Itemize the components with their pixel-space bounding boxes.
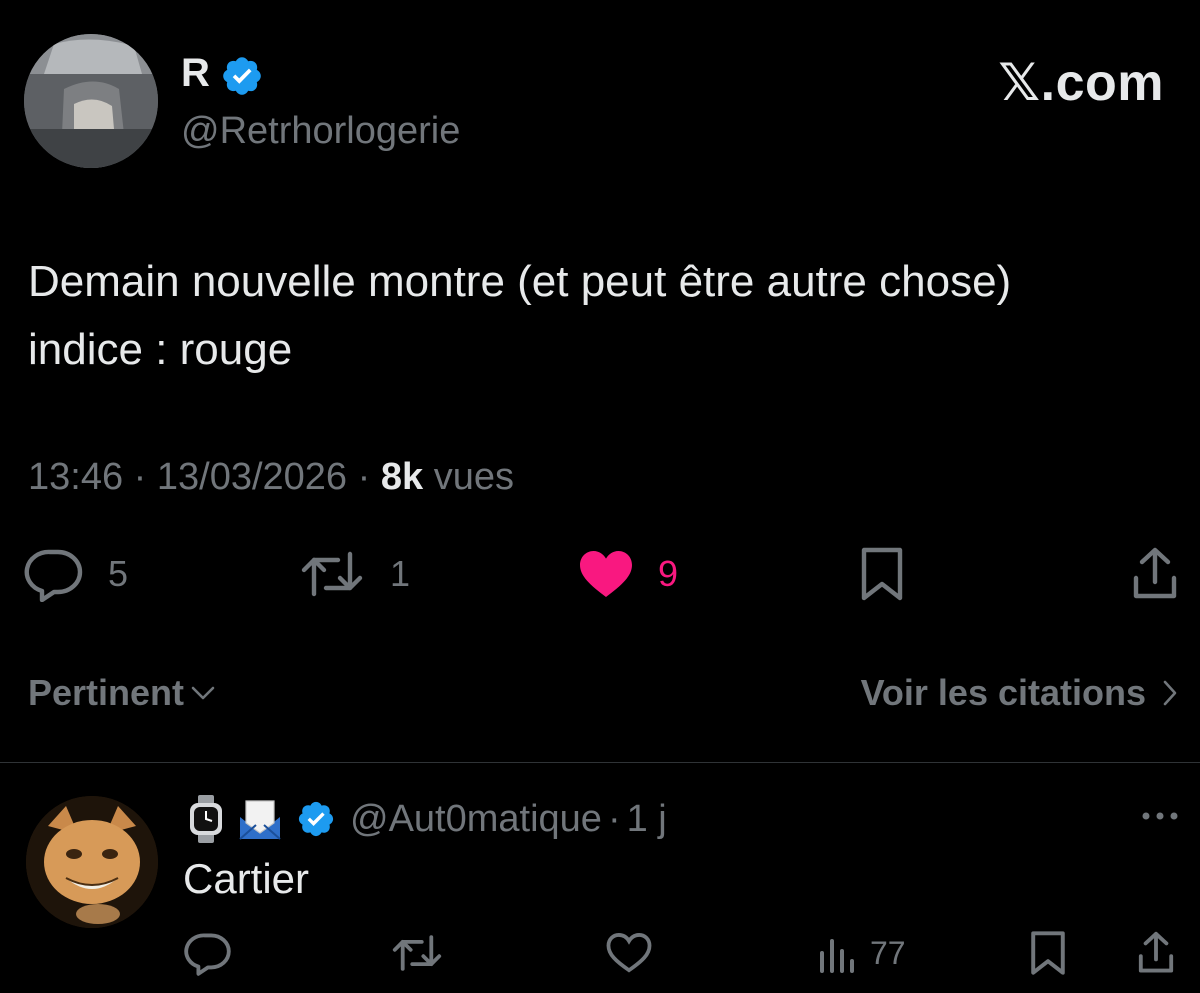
chevron-down-icon <box>190 683 216 703</box>
reply-handle[interactable]: @Aut0matique <box>350 798 602 841</box>
views-count: 8k <box>380 456 424 498</box>
reply-like-button[interactable] <box>606 926 652 980</box>
more-options-button[interactable] <box>1140 808 1180 824</box>
analytics-bars-icon <box>818 933 858 973</box>
view-quotes-label: Voir les citations <box>860 672 1146 713</box>
envelope-icon <box>236 797 284 841</box>
reply-share-button[interactable] <box>1136 926 1176 980</box>
like-button[interactable]: 9 <box>578 546 678 602</box>
views-label: vues <box>433 456 514 498</box>
chevron-right-icon <box>1160 678 1180 708</box>
meta-separator: · <box>607 797 621 840</box>
meta-separator: · <box>133 456 147 498</box>
avatar-image <box>26 796 158 928</box>
author-handle[interactable]: @Retrhorlogerie <box>181 108 460 154</box>
bookmark-icon <box>1028 930 1068 976</box>
tweet-text-line: indice : rouge <box>28 325 293 374</box>
meta-separator: · <box>357 456 371 498</box>
reply-header: @Aut0matique · 1 j <box>186 794 667 844</box>
comment-bubble-icon <box>184 930 232 976</box>
view-quotes-link[interactable]: Voir les citations <box>861 670 1180 716</box>
heart-icon <box>578 549 634 599</box>
repost-button[interactable]: 1 <box>298 546 410 602</box>
reply-reply-button[interactable] <box>184 926 232 980</box>
comment-bubble-icon <box>24 546 84 602</box>
reply-time[interactable]: 1 j <box>627 798 667 841</box>
repost-icon <box>390 930 444 976</box>
verified-badge-icon <box>296 799 336 839</box>
reply-views-button[interactable]: 77 <box>818 926 906 980</box>
sort-replies-dropdown[interactable]: Pertinent <box>28 670 216 716</box>
share-button[interactable] <box>1130 546 1180 602</box>
tweet-meta: 13:46 · 13/03/2026 · 8k vues <box>28 452 514 502</box>
reply-count: 5 <box>108 553 129 594</box>
verified-badge-icon <box>220 54 264 98</box>
more-dots-icon <box>1140 808 1180 824</box>
heart-icon <box>606 932 652 974</box>
like-count: 9 <box>658 553 679 594</box>
repost-count: 1 <box>390 553 411 594</box>
repost-icon <box>298 546 366 602</box>
watch-icon <box>186 795 226 843</box>
tweet-time[interactable]: 13:46 <box>28 456 123 498</box>
reply-repost-button[interactable] <box>390 926 444 980</box>
share-icon <box>1130 546 1180 602</box>
tweet-text: Demain nouvelle montre (et peut être aut… <box>28 248 1178 384</box>
reply-text: Cartier <box>183 855 310 902</box>
divider <box>0 762 1200 763</box>
reply-button[interactable]: 5 <box>24 546 128 602</box>
tweet-date[interactable]: 13/03/2026 <box>157 456 347 498</box>
site-logo: 𝕏.com <box>998 54 1164 112</box>
sort-label: Pertinent <box>28 672 185 713</box>
author-avatar[interactable] <box>24 34 158 168</box>
share-icon <box>1136 930 1176 976</box>
reply-avatar[interactable] <box>26 796 158 928</box>
reply-bookmark-button[interactable] <box>1028 926 1068 980</box>
tweet-text-line: Demain nouvelle montre (et peut être aut… <box>28 257 1012 306</box>
reply-views-count: 77 <box>870 934 906 971</box>
author-name[interactable]: R <box>181 50 210 96</box>
avatar-image <box>24 34 158 168</box>
bookmark-icon <box>858 546 906 602</box>
bookmark-button[interactable] <box>858 546 906 602</box>
